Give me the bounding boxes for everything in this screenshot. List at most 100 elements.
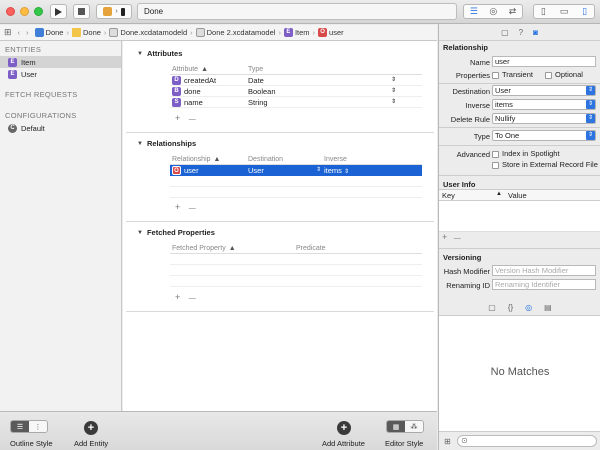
column-header-destination[interactable]: Destination: [248, 156, 324, 163]
editor-mode-control[interactable]: ☰ ◎ ⇄: [463, 4, 523, 19]
column-header-attribute[interactable]: Attribute ▲: [170, 66, 248, 73]
configurations-heading: CONFIGURATIONS: [5, 111, 77, 120]
sort-ascending-icon: ▲: [496, 191, 502, 197]
object-library-icon[interactable]: ◎: [525, 303, 532, 312]
standard-editor-icon[interactable]: ☰: [470, 6, 478, 17]
table-row[interactable]: Bdone Boolean ⇕: [170, 86, 422, 97]
sidebar-item-item-entity[interactable]: E Item: [0, 56, 121, 68]
destination-popup[interactable]: User ⇕: [248, 166, 324, 175]
relationships-section-header[interactable]: ▼ Relationships: [137, 139, 196, 148]
name-label: Name: [469, 58, 490, 67]
remove-attribute-icon[interactable]: —: [189, 116, 196, 123]
stop-icon: [78, 8, 85, 15]
minimize-window-button[interactable]: [20, 7, 29, 16]
run-button[interactable]: [50, 4, 67, 19]
file-template-icon[interactable]: ▢: [488, 303, 496, 312]
back-button[interactable]: ‹: [18, 28, 21, 37]
sidebar-item-user-entity[interactable]: E User: [0, 68, 121, 80]
type-popup[interactable]: Boolean ⇕: [248, 87, 398, 96]
column-header-predicate[interactable]: Predicate: [296, 245, 326, 252]
value-column-header[interactable]: Value: [508, 191, 527, 200]
index-spotlight-checkbox[interactable]: Index in Spotlight: [492, 149, 560, 158]
table-row[interactable]: Ouser User ⇕ items ⇕: [170, 165, 422, 176]
popup-arrows-icon: ⇕: [586, 100, 595, 109]
scheme-selector[interactable]: ›: [96, 4, 132, 19]
stop-button[interactable]: [73, 4, 90, 19]
code-snippet-icon[interactable]: {}: [508, 303, 513, 312]
column-header-fetched-property[interactable]: Fetched Property ▲: [170, 245, 296, 252]
remove-relationship-icon[interactable]: —: [189, 205, 196, 212]
breadcrumb-separator: ›: [103, 28, 107, 37]
add-attribute-button[interactable]: +: [337, 421, 351, 435]
add-relationship-icon[interactable]: +: [175, 202, 180, 212]
table-row[interactable]: DcreatedAt Date ⇕: [170, 75, 422, 86]
type-popup[interactable]: To One ⇕: [492, 130, 596, 141]
file-inspector-icon[interactable]: ▢: [501, 28, 509, 37]
key-column-header[interactable]: Key: [442, 191, 455, 200]
debug-area-toggle-icon[interactable]: ▭: [560, 6, 569, 17]
library-filter-field[interactable]: ⊙: [457, 435, 597, 447]
breadcrumb-group[interactable]: Done: [71, 28, 101, 37]
transient-checkbox[interactable]: Transient: [492, 70, 533, 79]
library-list: No Matches: [439, 316, 600, 431]
column-header-type[interactable]: Type: [248, 66, 324, 73]
popup-arrows-icon: ⇕: [586, 86, 595, 95]
column-header-inverse[interactable]: Inverse: [324, 156, 422, 163]
remove-fetched-property-icon[interactable]: —: [189, 295, 196, 302]
remove-user-info-icon[interactable]: —: [454, 235, 461, 242]
quick-help-icon[interactable]: ?: [519, 28, 523, 37]
related-items-icon[interactable]: ⊞: [4, 27, 12, 38]
add-entity-label: Add Entity: [74, 439, 109, 448]
attributes-section-header[interactable]: ▼ Attributes: [137, 49, 182, 58]
destination-popup[interactable]: User ⇕: [492, 85, 596, 96]
user-info-table[interactable]: [439, 200, 600, 232]
breadcrumb-entity[interactable]: E Item: [283, 28, 310, 37]
table-style-icon[interactable]: ▦: [387, 421, 405, 432]
add-attribute-icon[interactable]: +: [175, 113, 180, 123]
delete-rule-popup[interactable]: Nullify ⇕: [492, 113, 596, 124]
navigator-toggle-icon[interactable]: ▯: [541, 6, 546, 17]
media-library-icon[interactable]: ▤: [544, 303, 552, 312]
add-fetched-property-icon[interactable]: +: [175, 292, 180, 302]
utilities-toggle-icon[interactable]: ▯: [582, 6, 587, 17]
zoom-window-button[interactable]: [34, 7, 43, 16]
external-record-checkbox[interactable]: Store in External Record File: [492, 160, 598, 169]
inverse-popup[interactable]: items ⇕: [492, 99, 596, 110]
version-editor-icon[interactable]: ⇄: [509, 6, 517, 17]
assistant-editor-icon[interactable]: ◎: [489, 6, 497, 17]
name-row: Name user: [439, 56, 600, 68]
column-header-relationship[interactable]: Relationship ▲: [170, 156, 248, 163]
view-toggle-control[interactable]: ▯ ▭ ▯: [533, 4, 595, 19]
list-style-icon[interactable]: ☰: [11, 421, 29, 432]
add-entity-button[interactable]: +: [84, 421, 98, 435]
fetched-properties-section-header[interactable]: ▼ Fetched Properties: [137, 228, 215, 237]
inspector-tabs: ▢ ? ◙: [439, 24, 600, 41]
table-row[interactable]: Sname String ⇕: [170, 97, 422, 108]
external-record-row: Store in External Record File: [439, 159, 600, 171]
breadcrumb-relationship[interactable]: O user: [318, 28, 344, 37]
inverse-popup[interactable]: items ⇕: [324, 166, 422, 175]
type-popup[interactable]: String ⇕: [248, 98, 398, 107]
outline-style-control[interactable]: ☰ ⋮: [10, 420, 48, 433]
breadcrumb-model-version[interactable]: Done 2.xcdatamodel: [195, 28, 275, 37]
name-field[interactable]: user: [492, 56, 596, 67]
destination-row: Destination User ⇕: [439, 85, 600, 97]
divider: [439, 175, 600, 176]
type-popup[interactable]: Date ⇕: [248, 76, 398, 85]
optional-checkbox[interactable]: Optional: [545, 70, 583, 79]
add-user-info-icon[interactable]: +: [442, 232, 447, 242]
outline-sidebar: ENTITIES E Item E User FETCH REQUESTS CO…: [0, 41, 122, 411]
forward-button[interactable]: ›: [26, 28, 29, 37]
hierarchy-style-icon[interactable]: ⋮: [29, 421, 47, 432]
editor-style-label: Editor Style: [385, 439, 424, 448]
graph-style-icon[interactable]: ⁂: [405, 421, 423, 432]
data-model-inspector-icon[interactable]: ◙: [533, 28, 538, 37]
hash-modifier-field[interactable]: Version Hash Modifier: [492, 265, 596, 276]
editor-style-control[interactable]: ▦ ⁂: [386, 420, 424, 433]
sidebar-item-default-configuration[interactable]: C Default: [0, 122, 121, 134]
breadcrumb-project[interactable]: Done: [34, 28, 63, 37]
breadcrumb-model-bundle[interactable]: Done.xcdatamodeld: [109, 28, 187, 37]
renaming-id-field[interactable]: Renaming Identifier: [492, 279, 596, 290]
grid-view-icon[interactable]: ⊞: [444, 437, 451, 446]
close-window-button[interactable]: [6, 7, 15, 16]
